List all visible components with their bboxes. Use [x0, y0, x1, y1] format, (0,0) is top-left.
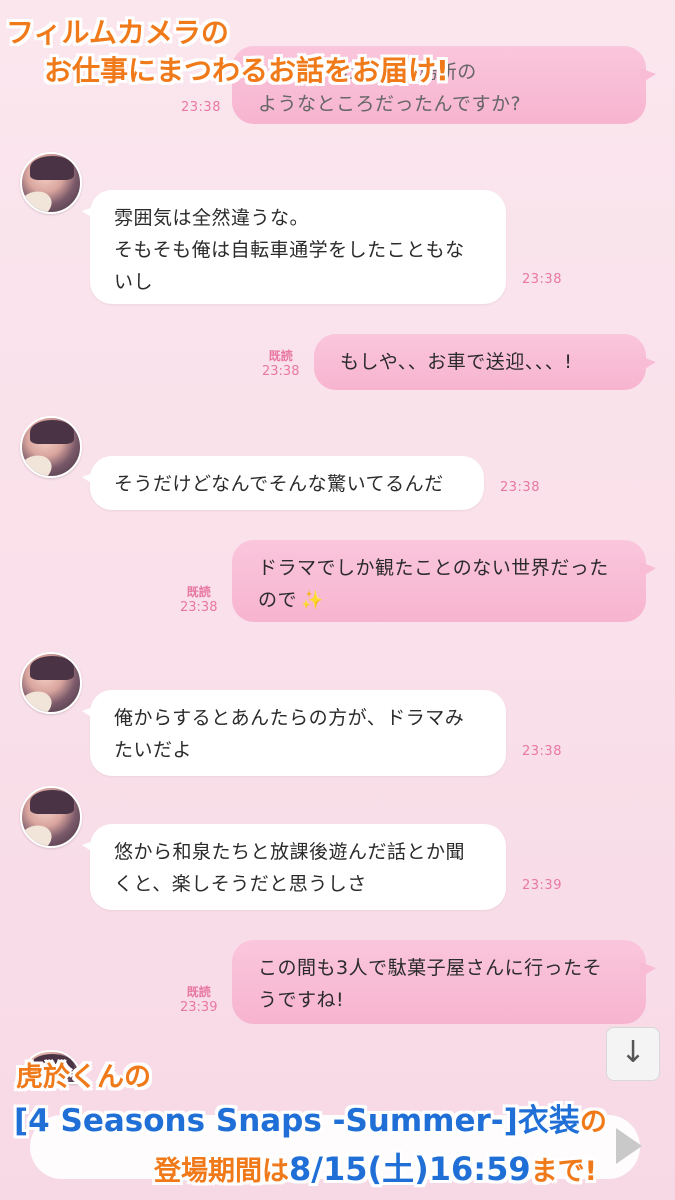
- promo-title-line1: フィルムカメラの: [6, 16, 229, 49]
- avatar[interactable]: [20, 652, 82, 714]
- message-bubble-sent: この間も3人で駄菓子屋さんに行ったそ うですね!: [232, 940, 656, 1024]
- period-label: 登場期間は: [154, 1156, 289, 1187]
- sparkle-icon: ✨: [301, 590, 324, 611]
- period-suffix: まで!: [530, 1156, 597, 1187]
- costume-title: [4 Seasons Snaps -Summer-]衣装: [14, 1103, 580, 1139]
- message-time: 23:38: [180, 600, 218, 615]
- promo-caption-line2: [4 Seasons Snaps -Summer-]衣装の: [14, 1095, 607, 1140]
- message-bubble-sent: ドラマでしか観たことのない世界だった ので ✨: [232, 540, 656, 622]
- message-text: ようなところだったんですか?: [258, 93, 522, 115]
- message-text: くと、楽しそうだと思うしさ: [114, 873, 367, 895]
- chat-view: えっと、撮影場所の ようなところだったんですか? 23:38 雰囲気は全然違うな…: [0, 0, 675, 1200]
- message-text: そもそも俺は自転車通学をしたこともな: [114, 239, 465, 261]
- message-text: いし: [114, 271, 154, 293]
- promo-title-line2: お仕事にまつわるお話をお届け!: [44, 54, 449, 87]
- message-time: 23:38: [500, 480, 540, 495]
- message-text: 俺からするとあんたらの方が、ドラマみ: [114, 707, 465, 729]
- message-text: そうだけどなんでそんな驚いてるんだ: [114, 473, 444, 495]
- avatar[interactable]: [20, 416, 82, 478]
- message-text: ドラマでしか観たことのない世界だった: [258, 557, 609, 579]
- promo-particle: の: [579, 1107, 607, 1138]
- message-text: たいだよ: [114, 739, 193, 761]
- promo-caption-line1: 虎於くんの: [16, 1062, 151, 1093]
- message-bubble-received: 悠から和泉たちと放課後遊んだ話とか聞 くと、楽しそうだと思うしさ: [82, 824, 506, 910]
- promo-caption-line3: 登場期間は8/15(土)16:59まで!: [154, 1144, 597, 1190]
- message-text: この間も3人で駄菓子屋さんに行ったそ: [258, 957, 603, 979]
- message-text: うですね!: [258, 989, 345, 1011]
- read-receipt: 既読 23:38: [180, 584, 217, 616]
- message-bubble-received: 俺からするとあんたらの方が、ドラマみ たいだよ: [82, 690, 506, 776]
- arrow-down-icon: ↓: [620, 1035, 646, 1070]
- message-text: もしや、、お車で送迎、、、!: [340, 351, 573, 373]
- avatar[interactable]: [20, 152, 82, 214]
- promo-banner-top: フィルムカメラの お仕事にまつわるお話をお届け!: [6, 14, 449, 90]
- period-date: 8/15(土)16:59: [289, 1150, 531, 1188]
- read-receipt: 既読 23:38: [262, 348, 299, 380]
- read-label: 既読: [186, 585, 211, 599]
- message-time: 23:39: [180, 1000, 218, 1015]
- message-time: 23:38: [262, 364, 300, 379]
- scroll-to-bottom-button[interactable]: ↓: [606, 1027, 660, 1081]
- avatar[interactable]: [20, 786, 82, 848]
- message-bubble-received: そうだけどなんでそんな驚いてるんだ: [82, 456, 484, 510]
- message-bubble-sent: もしや、、お車で送迎、、、!: [314, 334, 656, 390]
- message-time: 23:38: [522, 744, 562, 759]
- send-icon[interactable]: [616, 1128, 642, 1164]
- message-time: 23:38: [181, 100, 221, 115]
- message-time: 23:39: [522, 878, 562, 893]
- read-receipt: 既読 23:39: [180, 984, 217, 1016]
- message-bubble-received: 雰囲気は全然違うな。 そもそも俺は自転車通学をしたこともな いし: [82, 190, 506, 304]
- message-time: 23:38: [522, 272, 562, 287]
- read-label: 既読: [186, 985, 211, 999]
- read-label: 既読: [268, 349, 293, 363]
- message-text: 悠から和泉たちと放課後遊んだ話とか聞: [114, 841, 466, 863]
- message-text: 雰囲気は全然違うな。: [114, 207, 310, 229]
- message-text: ので: [258, 589, 298, 611]
